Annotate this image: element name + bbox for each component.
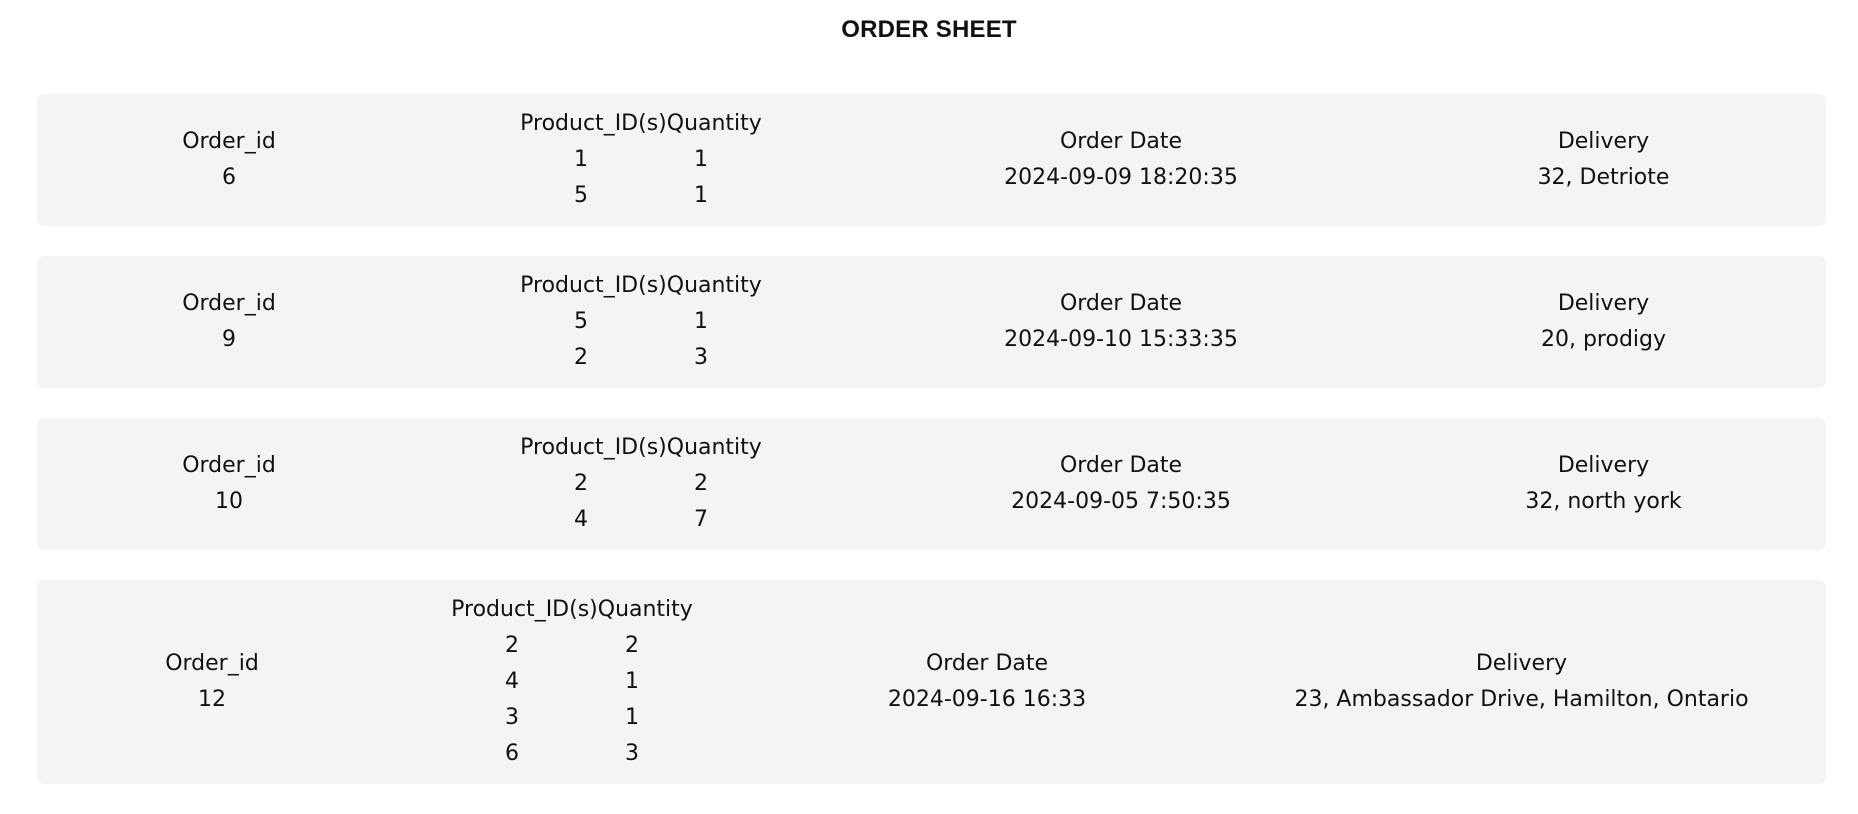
order-id-value: 6 — [222, 165, 236, 190]
quantity-label: Quantity — [666, 435, 762, 460]
quantity-value: 3 — [625, 741, 639, 766]
item-row: 2 3 — [421, 340, 861, 376]
delivery-column: Delivery 20, prodigy — [1381, 286, 1826, 358]
order-id-label: Order_id — [182, 129, 276, 154]
product-id-value: 5 — [574, 309, 588, 334]
item-row: 3 1 — [387, 700, 757, 736]
order-id-column: Order_id 6 — [37, 124, 421, 196]
order-date-value: 2024-09-10 15:33:35 — [1004, 327, 1238, 352]
product-id-value: 2 — [574, 471, 588, 496]
order-date-value: 2024-09-05 7:50:35 — [1011, 489, 1231, 514]
order-id-column: Order_id 10 — [37, 448, 421, 520]
order-id-value: 10 — [215, 489, 243, 514]
quantity-value: 1 — [694, 309, 708, 334]
product-ids-label: Product_ID(s) — [520, 273, 667, 298]
quantity-value: 1 — [625, 705, 639, 730]
order-card: Order_id 9 Product_ID(s) Quantity 5 1 2 3… — [37, 256, 1826, 388]
product-id-value: 6 — [505, 741, 519, 766]
order-date-value: 2024-09-09 18:20:35 — [1004, 165, 1238, 190]
order-date-label: Order Date — [1059, 453, 1183, 478]
order-card: Order_id 12 Product_ID(s) Quantity 2 2 4 … — [37, 580, 1826, 784]
items-column: Product_ID(s) Quantity 2 2 4 7 — [421, 430, 861, 538]
quantity-label: Quantity — [666, 111, 762, 136]
delivery-column: Delivery 32, north york — [1381, 448, 1826, 520]
delivery-label: Delivery — [1557, 453, 1650, 478]
delivery-value: 32, north york — [1525, 489, 1682, 514]
item-row: 4 7 — [421, 502, 861, 538]
order-id-value: 12 — [198, 687, 226, 712]
product-ids-label: Product_ID(s) — [520, 435, 667, 460]
item-row: 2 2 — [421, 466, 861, 502]
order-date-column: Order Date 2024-09-16 16:33 — [757, 646, 1217, 718]
quantity-value: 2 — [625, 633, 639, 658]
order-date-label: Order Date — [1059, 129, 1183, 154]
item-row: 1 1 — [421, 142, 861, 178]
delivery-column: Delivery 23, Ambassador Drive, Hamilton,… — [1217, 646, 1826, 718]
order-id-label: Order_id — [165, 651, 259, 676]
item-row: 5 1 — [421, 178, 861, 214]
product-id-value: 1 — [574, 147, 588, 172]
order-date-column: Order Date 2024-09-09 18:20:35 — [861, 124, 1381, 196]
quantity-value: 1 — [694, 147, 708, 172]
delivery-label: Delivery — [1557, 129, 1650, 154]
item-row: 6 3 — [387, 736, 757, 772]
order-id-value: 9 — [222, 327, 236, 352]
product-ids-label: Product_ID(s) — [451, 597, 598, 622]
product-id-value: 3 — [505, 705, 519, 730]
order-date-label: Order Date — [1059, 291, 1183, 316]
items-header: Product_ID(s) Quantity — [421, 106, 861, 142]
product-id-value: 2 — [505, 633, 519, 658]
order-date-column: Order Date 2024-09-05 7:50:35 — [861, 448, 1381, 520]
order-id-column: Order_id 9 — [37, 286, 421, 358]
items-column: Product_ID(s) Quantity 5 1 2 3 — [421, 268, 861, 376]
order-card: Order_id 6 Product_ID(s) Quantity 1 1 5 1… — [37, 94, 1826, 226]
delivery-label: Delivery — [1475, 651, 1568, 676]
items-column: Product_ID(s) Quantity 1 1 5 1 — [421, 106, 861, 214]
quantity-label: Quantity — [666, 273, 762, 298]
order-id-label: Order_id — [182, 291, 276, 316]
product-id-value: 4 — [574, 507, 588, 532]
items-header: Product_ID(s) Quantity — [421, 268, 861, 304]
quantity-value: 7 — [694, 507, 708, 532]
item-row: 4 1 — [387, 664, 757, 700]
page-title: ORDER SHEET — [841, 16, 1017, 43]
order-date-value: 2024-09-16 16:33 — [887, 687, 1087, 712]
quantity-value: 2 — [694, 471, 708, 496]
delivery-value: 23, Ambassador Drive, Hamilton, Ontario — [1294, 687, 1749, 712]
product-id-value: 4 — [505, 669, 519, 694]
product-id-value: 5 — [574, 183, 588, 208]
items-column: Product_ID(s) Quantity 2 2 4 1 3 1 6 3 — [387, 592, 757, 772]
order-date-label: Order Date — [925, 651, 1049, 676]
delivery-label: Delivery — [1557, 291, 1650, 316]
items-header: Product_ID(s) Quantity — [421, 430, 861, 466]
product-id-value: 2 — [574, 345, 588, 370]
quantity-value: 1 — [625, 669, 639, 694]
order-id-label: Order_id — [182, 453, 276, 478]
delivery-column: Delivery 32, Detriote — [1381, 124, 1826, 196]
order-card: Order_id 10 Product_ID(s) Quantity 2 2 4 … — [37, 418, 1826, 550]
items-header: Product_ID(s) Quantity — [387, 592, 757, 628]
order-date-column: Order Date 2024-09-10 15:33:35 — [861, 286, 1381, 358]
order-id-column: Order_id 12 — [37, 646, 387, 718]
quantity-value: 1 — [694, 183, 708, 208]
quantity-value: 3 — [694, 345, 708, 370]
delivery-value: 20, prodigy — [1540, 327, 1667, 352]
item-row: 2 2 — [387, 628, 757, 664]
product-ids-label: Product_ID(s) — [520, 111, 667, 136]
order-list: Order_id 6 Product_ID(s) Quantity 1 1 5 1… — [37, 94, 1826, 814]
quantity-label: Quantity — [597, 597, 693, 622]
item-row: 5 1 — [421, 304, 861, 340]
delivery-value: 32, Detriote — [1537, 165, 1670, 190]
